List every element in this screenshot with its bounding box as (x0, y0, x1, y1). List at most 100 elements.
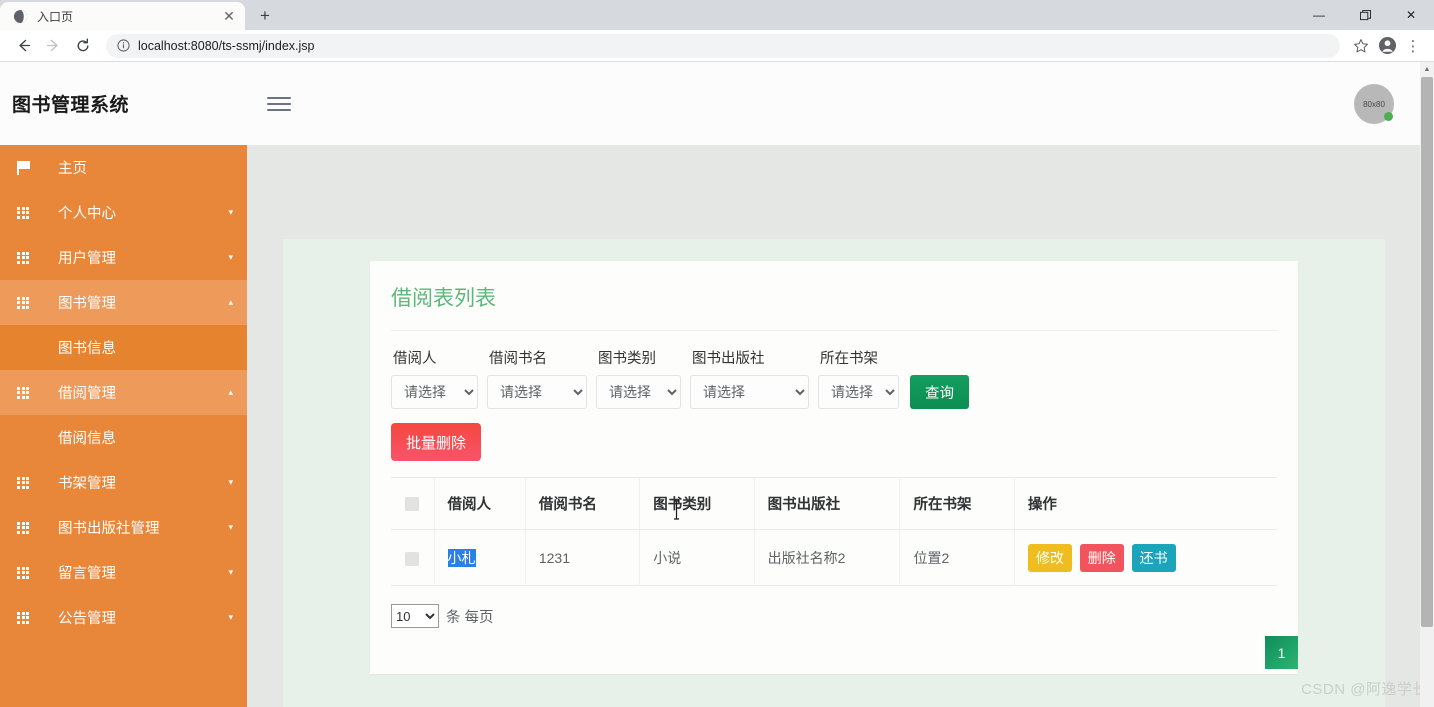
globe-icon (12, 8, 28, 24)
chevron-down-icon: ▾ (228, 207, 233, 217)
filter-category: 图书类别 请选择 (596, 347, 681, 409)
borrow-list-card: 借阅表列表 借阅人 请选择 借阅书名 请选择 图书类别 请选择 图书出版社 请选… (370, 261, 1298, 674)
column-header-actions: 操作 (1014, 477, 1277, 530)
filter-label: 借阅人 (393, 351, 437, 367)
sidebar-item-borrow-management[interactable]: 借阅管理 ▴ (0, 370, 247, 415)
cell-publisher: 出版社名称2 (754, 529, 901, 586)
watermark: CSDN @阿逸学长 (1301, 681, 1428, 698)
select-all-checkbox[interactable] (405, 496, 420, 511)
bulk-delete-button[interactable]: 批量删除 (391, 423, 482, 461)
sidebar-item-personal-center[interactable]: 个人中心 ▾ (0, 190, 247, 235)
sidebar-subitem-book-info[interactable]: 图书信息 (0, 325, 247, 370)
grid-icon (8, 296, 38, 309)
info-icon (116, 39, 130, 53)
sidebar-item-label: 借阅管理 (58, 386, 116, 402)
sidebar-item-label: 用户管理 (58, 251, 116, 267)
url-text: localhost:8080/ts-ssmj/index.jsp (138, 38, 315, 53)
column-header-borrower: 借阅人 (434, 477, 526, 530)
sidebar-subitem-borrow-info[interactable]: 借阅信息 (0, 415, 247, 460)
sidebar-item-announcement-management[interactable]: 公告管理 ▾ (0, 595, 247, 640)
window-controls: — ✕ (1296, 0, 1434, 30)
delete-button[interactable]: 删除 (1079, 543, 1124, 572)
filter-shelf: 所在书架 请选择 (818, 347, 899, 409)
borrow-table: 借阅人 借阅书名 图书类别 图书出版社 所在书架 操作 小札 1231 小说 出… (391, 477, 1277, 586)
browser-toolbar: localhost:8080/ts-ssmj/index.jsp ⋮ (0, 30, 1434, 62)
sidebar-item-publisher-management[interactable]: 图书出版社管理 ▾ (0, 505, 247, 550)
grid-icon (8, 206, 38, 219)
browser-menu-icon[interactable]: ⋮ (1400, 33, 1426, 59)
filter-bar: 借阅人 请选择 借阅书名 请选择 图书类别 请选择 图书出版社 请选择 所在书架… (370, 331, 1298, 409)
back-icon[interactable] (8, 32, 38, 60)
chevron-down-icon: ▾ (228, 522, 233, 532)
sidebar-item-label: 主页 (58, 161, 87, 177)
column-header-publisher: 图书出版社 (754, 477, 901, 530)
table-header-row: 借阅人 借阅书名 图书类别 图书出版社 所在书架 操作 (391, 477, 1277, 530)
page-title: 借阅表列表 (391, 287, 496, 310)
sidebar-item-label: 图书出版社管理 (58, 521, 160, 537)
page-scrollbar[interactable]: ▲ (1420, 62, 1434, 707)
close-icon[interactable]: ✕ (221, 8, 237, 24)
grid-icon (8, 566, 38, 579)
browser-tab-title: 入口页 (37, 9, 74, 24)
app-title: 图书管理系统 (12, 95, 130, 116)
sidebar-item-label: 留言管理 (58, 566, 116, 582)
sidebar-item-label: 图书管理 (58, 296, 116, 312)
table-header: 借阅人 借阅书名 图书类别 图书出版社 所在书架 操作 (391, 477, 1277, 530)
maximize-icon[interactable] (1342, 0, 1388, 30)
browser-tab-strip: 入口页 ✕ + — ✕ (0, 0, 1434, 30)
sidebar-item-home[interactable]: 主页 (0, 145, 247, 190)
flag-icon (8, 160, 38, 175)
filter-book-name: 借阅书名 请选择 (487, 347, 587, 409)
sidebar-item-label: 书架管理 (58, 476, 116, 492)
return-book-button[interactable]: 还书 (1131, 543, 1176, 572)
minimize-icon[interactable]: — (1296, 0, 1342, 30)
scrollbar-thumb[interactable] (1421, 77, 1433, 627)
row-checkbox[interactable] (405, 551, 420, 566)
scroll-up-arrow-icon[interactable]: ▲ (1420, 62, 1434, 76)
shelf-select[interactable]: 请选择 (818, 375, 899, 409)
grid-icon (8, 476, 38, 489)
select-all-header (391, 477, 435, 530)
window-close-icon[interactable]: ✕ (1388, 0, 1434, 30)
hamburger-menu-icon[interactable] (267, 93, 293, 115)
sidebar-item-message-management[interactable]: 留言管理 ▾ (0, 550, 247, 595)
sidebar: 主页 个人中心 ▾ 用户管理 ▾ 图书管理 ▴ 图书信息 借阅管理 ▴ 借阅信息… (0, 145, 247, 707)
sidebar-item-book-management[interactable]: 图书管理 ▴ (0, 280, 247, 325)
column-header-category: 图书类别 (639, 477, 755, 530)
filter-label: 借阅书名 (489, 351, 547, 367)
edit-button[interactable]: 修改 (1027, 543, 1072, 572)
avatar[interactable]: 80x80 (1354, 84, 1394, 124)
chevron-down-icon: ▾ (228, 252, 233, 262)
reload-icon[interactable] (68, 32, 98, 60)
filter-label: 图书类别 (598, 351, 656, 367)
address-bar[interactable]: localhost:8080/ts-ssmj/index.jsp (106, 33, 1340, 58)
avatar-label: 80x80 (1363, 99, 1385, 109)
borrower-value: 小札 (447, 548, 476, 567)
profile-avatar-icon[interactable] (1374, 33, 1400, 59)
text-cursor (673, 500, 679, 520)
sidebar-item-shelf-management[interactable]: 书架管理 ▾ (0, 460, 247, 505)
sidebar-item-label: 公告管理 (58, 611, 116, 627)
book-name-select[interactable]: 请选择 (487, 375, 587, 409)
grid-icon (8, 386, 38, 399)
new-tab-button[interactable]: + (251, 2, 279, 30)
borrower-select[interactable]: 请选择 (391, 375, 478, 409)
sidebar-item-label: 个人中心 (58, 206, 116, 222)
column-header-book-name: 借阅书名 (525, 477, 641, 530)
cell-borrower: 小札 (434, 529, 526, 586)
cell-category: 小说 (639, 529, 755, 586)
publisher-select[interactable]: 请选择 (690, 375, 809, 409)
page-size-select[interactable]: 10 (391, 604, 439, 628)
category-select[interactable]: 请选择 (596, 375, 681, 409)
bookmark-star-icon[interactable] (1348, 33, 1374, 59)
browser-tab[interactable]: 入口页 ✕ (0, 2, 245, 30)
sidebar-item-user-management[interactable]: 用户管理 ▾ (0, 235, 247, 280)
chevron-down-icon: ▾ (228, 567, 233, 577)
page-size-suffix: 条 每页 (446, 609, 494, 626)
table-body: 小札 1231 小说 出版社名称2 位置2 修改 删除 还书 (391, 529, 1277, 586)
chevron-up-icon: ▴ (228, 297, 233, 307)
filter-label: 图书出版社 (692, 351, 765, 367)
chevron-down-icon: ▾ (228, 477, 233, 487)
query-button[interactable]: 查询 (910, 375, 969, 409)
page-number-button[interactable]: 1 (1265, 636, 1298, 669)
